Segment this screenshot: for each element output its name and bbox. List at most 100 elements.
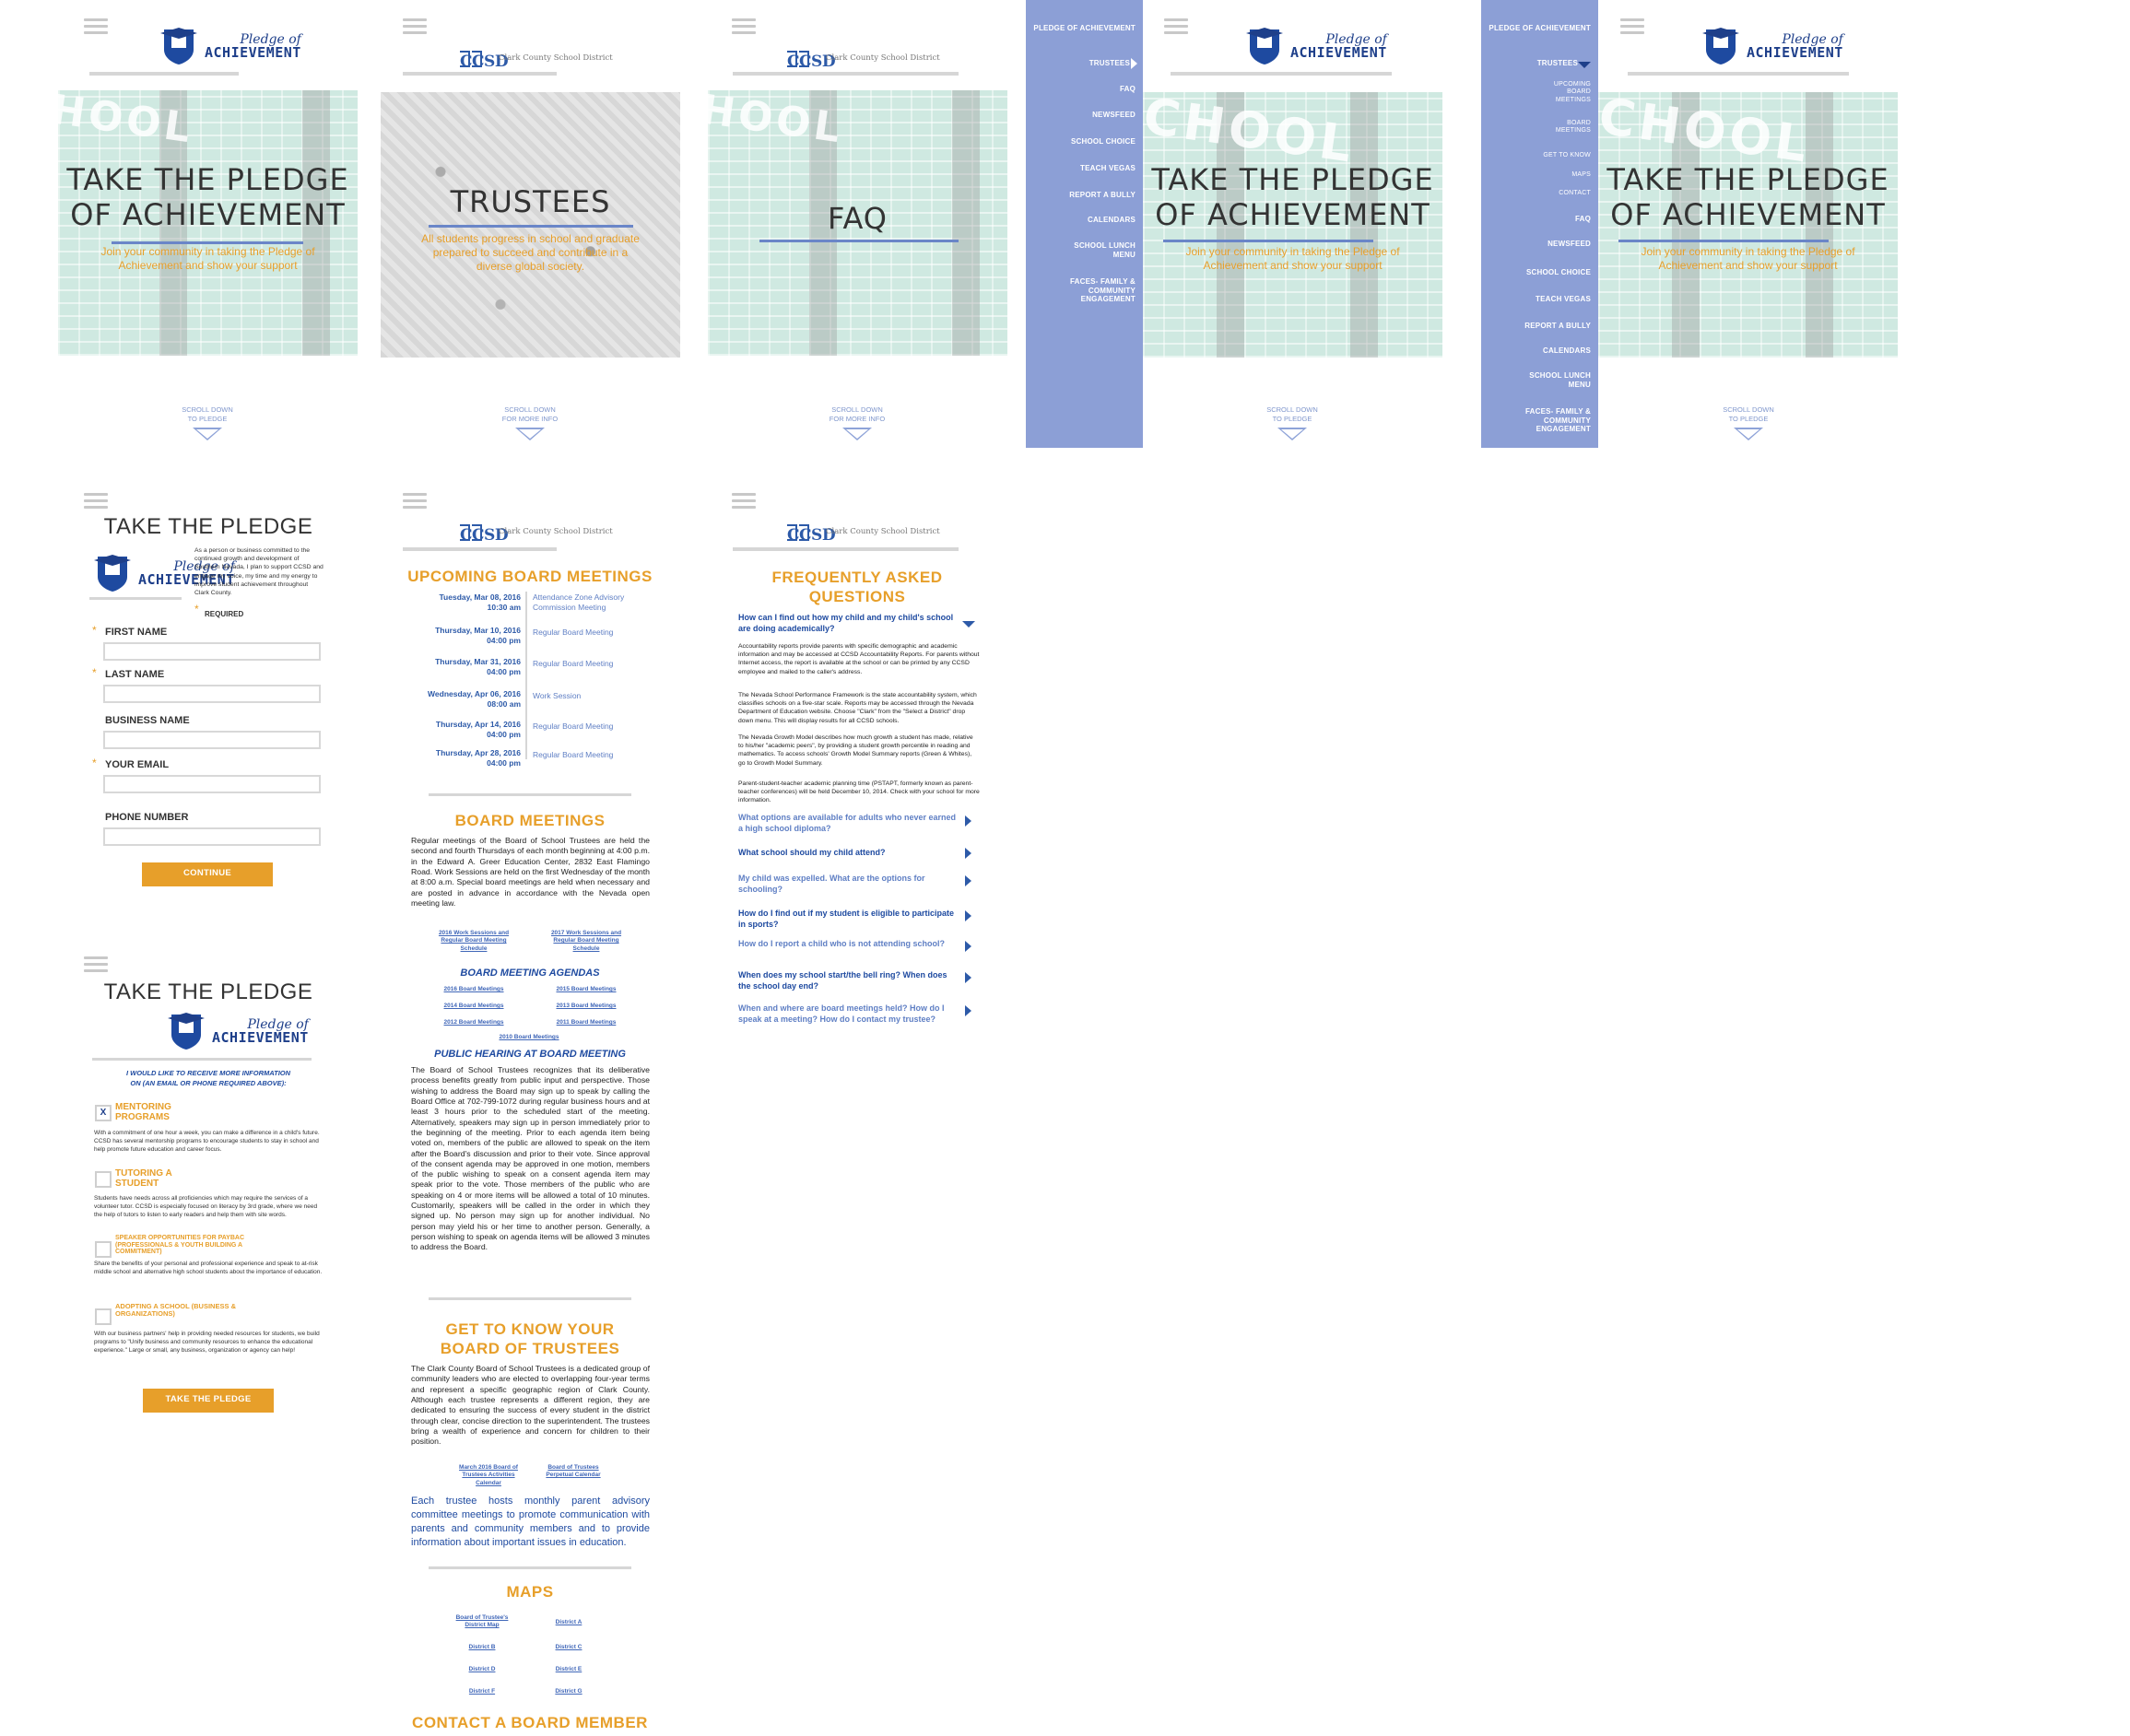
pledge-logo[interactable]: Pledge of ACHIEVEMENT (1244, 26, 1387, 66)
meeting-name[interactable]: Regular Board Meeting (533, 659, 613, 669)
adopt-school-checkbox[interactable] (95, 1308, 112, 1325)
meeting-name[interactable]: Work Session (533, 691, 581, 701)
email-field[interactable] (103, 775, 321, 793)
agenda-link[interactable]: 2016 Board Meetings (435, 986, 512, 993)
ccsd-name: Clark County School District (499, 53, 613, 63)
agenda-link[interactable]: 2010 Board Meetings (490, 1034, 568, 1041)
nav-item-report-bully[interactable]: REPORT A BULLY (1069, 191, 1136, 200)
perpetual-calendar-link[interactable]: Board of Trustees Perpetual Calendar (536, 1464, 610, 1480)
scroll-down-cue[interactable]: SCROLL DOWN TO PLEDGE (1255, 405, 1329, 440)
chevron-right-icon[interactable] (965, 972, 971, 983)
nav-item-calendars[interactable]: CALENDARS (1088, 216, 1136, 225)
nav-subitem-contact[interactable]: CONTACT (1559, 190, 1591, 197)
pledge-logo[interactable]: Pledge of ACHIEVEMENT (1700, 26, 1843, 66)
nav-item-trustees[interactable]: TRUSTEES (1089, 59, 1130, 68)
district-link[interactable]: District F (459, 1688, 505, 1695)
meeting-name[interactable]: Regular Board Meeting (533, 628, 613, 638)
activities-calendar-link[interactable]: March 2016 Board of Trustees Activities … (452, 1464, 525, 1487)
menu-icon[interactable] (732, 18, 756, 34)
nav-item-teach-vegas[interactable]: TEACH VEGAS (1536, 295, 1591, 304)
schedule-link-2016[interactable]: 2016 Work Sessions and Regular Board Mee… (435, 930, 512, 953)
nav-item-faces[interactable]: FACES- FAMILY & COMMUNITY ENGAGEMENT (1056, 277, 1136, 304)
district-link[interactable]: District G (546, 1688, 592, 1695)
faq-question[interactable]: What school should my child attend? (738, 848, 959, 859)
menu-icon[interactable] (84, 493, 108, 509)
nav-item-faces[interactable]: FACES- FAMILY & COMMUNITY ENGAGEMENT (1512, 407, 1591, 434)
district-link[interactable]: District B (459, 1644, 505, 1651)
nav-item-report-bully[interactable]: REPORT A BULLY (1524, 322, 1591, 331)
chevron-right-icon[interactable] (965, 941, 971, 952)
faq-question[interactable]: My child was expelled. What are the opti… (738, 874, 959, 895)
district-link[interactable]: District D (459, 1666, 505, 1673)
schedule-link-2017[interactable]: 2017 Work Sessions and Regular Board Mee… (547, 930, 625, 953)
nav-item-trustees[interactable]: TRUSTEES (1537, 59, 1578, 68)
district-link[interactable]: District C (546, 1644, 592, 1651)
pledge-logo[interactable]: Pledge of ACHIEVEMENT (159, 26, 301, 66)
tutoring-checkbox[interactable] (95, 1171, 112, 1188)
chevron-right-icon[interactable] (965, 815, 971, 827)
district-map-link[interactable]: Board of Trustee's District Map (450, 1614, 514, 1630)
ccsd-logo[interactable]: CCSD Clark County School District (458, 49, 613, 71)
agenda-link[interactable]: 2015 Board Meetings (547, 986, 625, 993)
agenda-link[interactable]: 2011 Board Meetings (547, 1019, 625, 1026)
menu-icon[interactable] (1164, 18, 1188, 34)
faq-question[interactable]: How do I find out if my student is eligi… (738, 909, 959, 930)
nav-item-newsfeed[interactable]: NEWSFEED (1092, 111, 1136, 120)
mentoring-checkbox[interactable]: X (95, 1105, 112, 1121)
nav-item-lunch-menu[interactable]: SCHOOL LUNCH MENU (1071, 241, 1136, 259)
speaker-checkbox[interactable] (95, 1241, 112, 1258)
menu-icon[interactable] (84, 18, 108, 34)
continue-button[interactable]: CONTINUE (142, 862, 273, 886)
scroll-down-cue[interactable]: SCROLL DOWN FOR MORE INFO (493, 405, 567, 440)
nav-item-teach-vegas[interactable]: TEACH VEGAS (1080, 164, 1136, 173)
chevron-right-icon[interactable] (965, 910, 971, 921)
faq-question-open[interactable]: How can I find out how my child and my c… (738, 613, 959, 634)
menu-icon[interactable] (84, 956, 108, 972)
nav-item-faq[interactable]: FAQ (1120, 85, 1136, 94)
faq-answer-paragraph: The Nevada School Performance Framework … (738, 692, 977, 724)
nav-item-pledge[interactable]: PLEDGE OF ACHIEVEMENT (1489, 24, 1591, 33)
faq-question[interactable]: What options are available for adults wh… (738, 813, 959, 834)
nav-item-newsfeed[interactable]: NEWSFEED (1547, 240, 1591, 249)
nav-item-pledge[interactable]: PLEDGE OF ACHIEVEMENT (1033, 24, 1136, 33)
chevron-right-icon[interactable] (965, 875, 971, 886)
nav-item-school-choice[interactable]: SCHOOL CHOICE (1071, 137, 1136, 147)
nav-subitem-upcoming[interactable]: UPCOMING BOARD MEETINGS (1543, 81, 1591, 104)
agenda-link[interactable]: 2013 Board Meetings (547, 1003, 625, 1010)
meeting-name[interactable]: Regular Board Meeting (533, 721, 613, 732)
nav-item-lunch-menu[interactable]: SCHOOL LUNCH MENU (1526, 371, 1591, 389)
nav-subitem-board-meetings[interactable]: BOARD MEETINGS (1543, 120, 1591, 135)
first-name-field[interactable] (103, 642, 321, 661)
phone-field[interactable] (103, 827, 321, 846)
faq-question[interactable]: How do I report a child who is not atten… (738, 939, 959, 950)
meeting-name[interactable]: Regular Board Meeting (533, 750, 613, 760)
menu-icon[interactable] (732, 493, 756, 509)
agenda-link[interactable]: 2012 Board Meetings (435, 1019, 512, 1026)
menu-icon[interactable] (403, 493, 427, 509)
faq-question[interactable]: When does my school start/the bell ring?… (738, 970, 959, 991)
ccsd-logo[interactable]: CCSD Clark County School District (785, 49, 940, 71)
last-name-field[interactable] (103, 685, 321, 703)
nav-item-school-choice[interactable]: SCHOOL CHOICE (1526, 268, 1591, 277)
menu-icon[interactable] (403, 18, 427, 34)
menu-icon[interactable] (1620, 18, 1644, 34)
ccsd-logo[interactable]: CCSD Clark County School District (785, 522, 940, 545)
agenda-link[interactable]: 2014 Board Meetings (435, 1003, 512, 1010)
nav-subitem-maps[interactable]: MAPS (1571, 171, 1591, 179)
scroll-down-cue[interactable]: SCROLL DOWN TO PLEDGE (171, 405, 244, 440)
district-link[interactable]: District E (546, 1666, 592, 1673)
ccsd-logo[interactable]: CCSD Clark County School District (458, 522, 613, 545)
nav-item-calendars[interactable]: CALENDARS (1543, 346, 1591, 356)
take-pledge-button[interactable]: TAKE THE PLEDGE (143, 1389, 274, 1413)
scroll-down-cue[interactable]: SCROLL DOWN TO PLEDGE (1712, 405, 1785, 440)
business-name-field[interactable] (103, 731, 321, 749)
chevron-right-icon[interactable] (965, 848, 971, 859)
district-link[interactable]: District A (546, 1619, 592, 1626)
scroll-down-cue[interactable]: SCROLL DOWN FOR MORE INFO (820, 405, 894, 440)
chevron-down-icon[interactable] (962, 621, 975, 628)
nav-subitem-get-to-know[interactable]: GET TO KNOW (1543, 152, 1591, 159)
meeting-name[interactable]: Attendance Zone Advisory Commission Meet… (533, 592, 653, 613)
nav-item-faq[interactable]: FAQ (1575, 215, 1591, 224)
faq-question[interactable]: When and where are board meetings held? … (738, 1003, 959, 1025)
chevron-right-icon[interactable] (965, 1005, 971, 1016)
